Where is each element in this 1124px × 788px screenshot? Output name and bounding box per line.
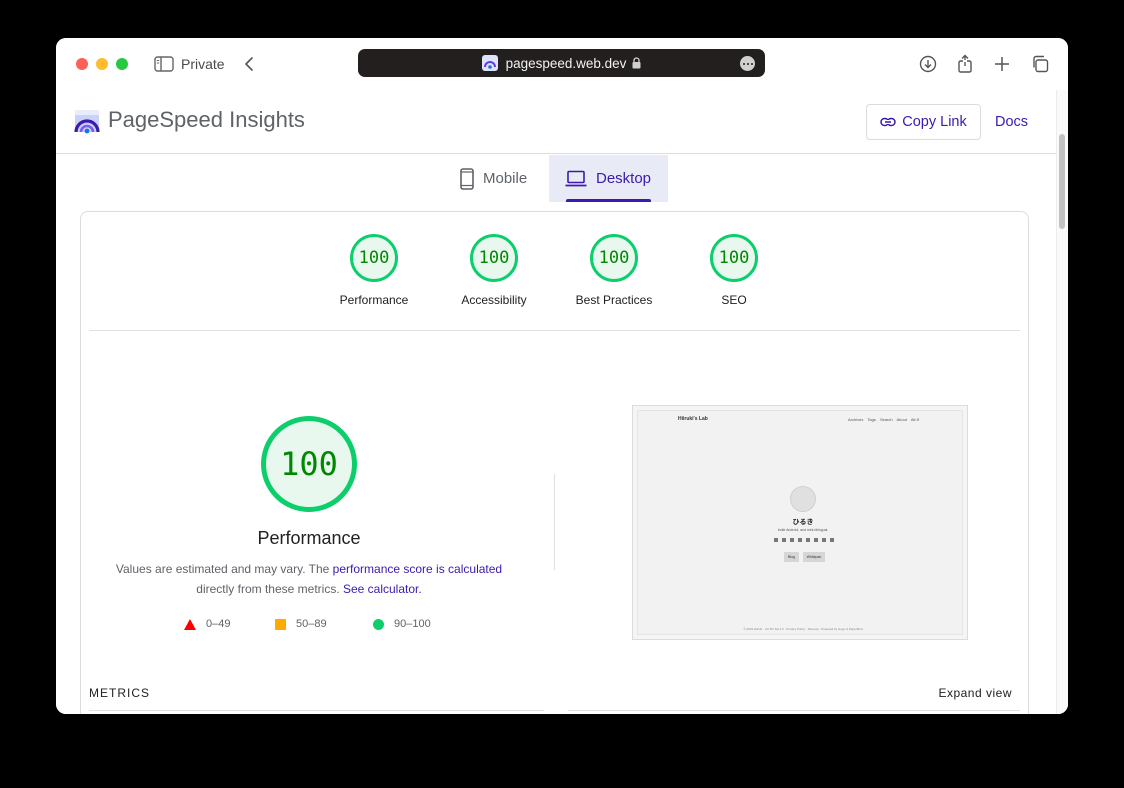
- gauge-label: Performance: [339, 293, 409, 307]
- score-calculation-link[interactable]: performance score is calculated: [333, 562, 502, 576]
- metrics-divider: [568, 710, 1020, 711]
- gauge-label: Accessibility: [461, 293, 527, 307]
- screenshot-social-icons: [774, 538, 834, 543]
- screenshot-avatar: [790, 486, 816, 512]
- screenshot-button: Whitepan: [803, 552, 825, 562]
- circle-icon: [373, 618, 384, 630]
- download-icon[interactable]: [917, 54, 939, 74]
- tab-desktop-label: Desktop: [596, 170, 652, 187]
- zoom-window-button[interactable]: [116, 58, 128, 70]
- pagespeed-logo-icon[interactable]: [74, 108, 102, 136]
- share-icon[interactable]: [954, 54, 976, 74]
- scrollbar[interactable]: [1056, 90, 1068, 714]
- gauge-performance[interactable]: 100 Performance: [314, 234, 434, 307]
- browser-toolbar: Private pagespeed.web.dev: [56, 38, 1068, 90]
- legend-pass: 90–100: [373, 618, 431, 630]
- metrics-divider: [89, 710, 544, 711]
- gauge-score: 100: [350, 234, 398, 282]
- device-tabs: Mobile Desktop: [56, 155, 1056, 202]
- legend-average: 50–89: [275, 618, 327, 630]
- category-gauges: 100 Performance 100 Accessibility 100 Be…: [81, 212, 1028, 332]
- legend-range: 0–49: [206, 618, 231, 630]
- screenshot-nav: Archives Tags Search About Alt.tf: [848, 417, 919, 422]
- gauge-label: Best Practices: [575, 293, 653, 307]
- copy-link-button[interactable]: Copy Link: [866, 104, 981, 140]
- gauge-label: SEO: [721, 293, 747, 307]
- screenshot-name: ひるき: [792, 519, 814, 526]
- sidebar-icon[interactable]: [153, 54, 175, 74]
- desc-text: directly from these metrics.: [196, 582, 343, 596]
- url-text: pagespeed.web.dev: [505, 55, 627, 71]
- gauge-score: 100: [470, 234, 518, 282]
- private-mode-label: Private: [181, 56, 225, 72]
- screenshot-footer: © 2024 Hiiruki · CC BY-SA 4.0 · Privacy …: [743, 627, 863, 631]
- desc-text: Values are estimated and may vary. The: [115, 562, 333, 576]
- legend-range: 50–89: [296, 618, 327, 630]
- page-content: PageSpeed Insights Copy Link Docs Mobile…: [56, 90, 1068, 714]
- see-calculator-link[interactable]: See calculator.: [343, 582, 422, 596]
- tab-mobile[interactable]: Mobile: [454, 155, 547, 202]
- screenshot-bio: Indie Android, and mini-bilingual.: [777, 528, 829, 532]
- performance-description: Values are estimated and may vary. The p…: [109, 559, 509, 599]
- docs-link[interactable]: Docs: [995, 114, 1028, 130]
- triangle-icon: [184, 618, 196, 630]
- screenshot-site-title: Hiiruki's Lab: [678, 416, 708, 422]
- link-icon: [880, 117, 896, 127]
- gauge-score: 100: [590, 234, 638, 282]
- close-window-button[interactable]: [76, 58, 88, 70]
- legend-range: 90–100: [394, 618, 431, 630]
- score-legend: 0–49 50–89 90–100: [181, 618, 481, 634]
- report-card: 100 Performance 100 Accessibility 100 Be…: [80, 211, 1029, 714]
- smartphone-icon: [460, 167, 474, 190]
- section-divider: [89, 330, 1020, 331]
- back-icon[interactable]: [238, 54, 260, 74]
- app-title: PageSpeed Insights: [108, 107, 305, 132]
- gauge-accessibility[interactable]: 100 Accessibility: [434, 234, 554, 307]
- gauge-seo[interactable]: 100 SEO: [674, 234, 794, 307]
- laptop-icon: [565, 170, 587, 187]
- lock-icon: [632, 57, 641, 69]
- screenshot-button: Blog: [784, 552, 799, 562]
- square-icon: [275, 618, 286, 630]
- address-bar[interactable]: pagespeed.web.dev: [358, 49, 765, 77]
- vertical-divider: [554, 474, 555, 570]
- copy-link-label: Copy Link: [902, 114, 967, 130]
- psi-header: PageSpeed Insights Copy Link Docs: [56, 90, 1056, 154]
- more-options-icon[interactable]: [740, 56, 755, 71]
- tab-overview-icon[interactable]: [1029, 54, 1051, 74]
- screenshot-page: Hiiruki's Lab Archives Tags Search About…: [637, 410, 963, 635]
- gauge-best-practices[interactable]: 100 Best Practices: [554, 234, 674, 307]
- performance-score-gauge: 100: [261, 416, 357, 512]
- scrollbar-thumb[interactable]: [1059, 134, 1065, 229]
- browser-window: Private pagespeed.web.dev PageSpeed Insi…: [56, 38, 1068, 714]
- final-screenshot[interactable]: Hiiruki's Lab Archives Tags Search About…: [632, 405, 968, 640]
- tab-mobile-label: Mobile: [483, 170, 528, 187]
- tab-desktop[interactable]: Desktop: [549, 155, 668, 202]
- site-favicon-icon: [481, 55, 498, 71]
- metrics-heading: METRICS: [89, 686, 150, 700]
- new-tab-icon[interactable]: [991, 54, 1013, 74]
- active-tab-indicator: [566, 199, 651, 202]
- gauge-score: 100: [710, 234, 758, 282]
- performance-title: Performance: [257, 528, 361, 548]
- minimize-window-button[interactable]: [96, 58, 108, 70]
- legend-fail: 0–49: [184, 618, 230, 630]
- expand-view-button[interactable]: Expand view: [938, 686, 1012, 700]
